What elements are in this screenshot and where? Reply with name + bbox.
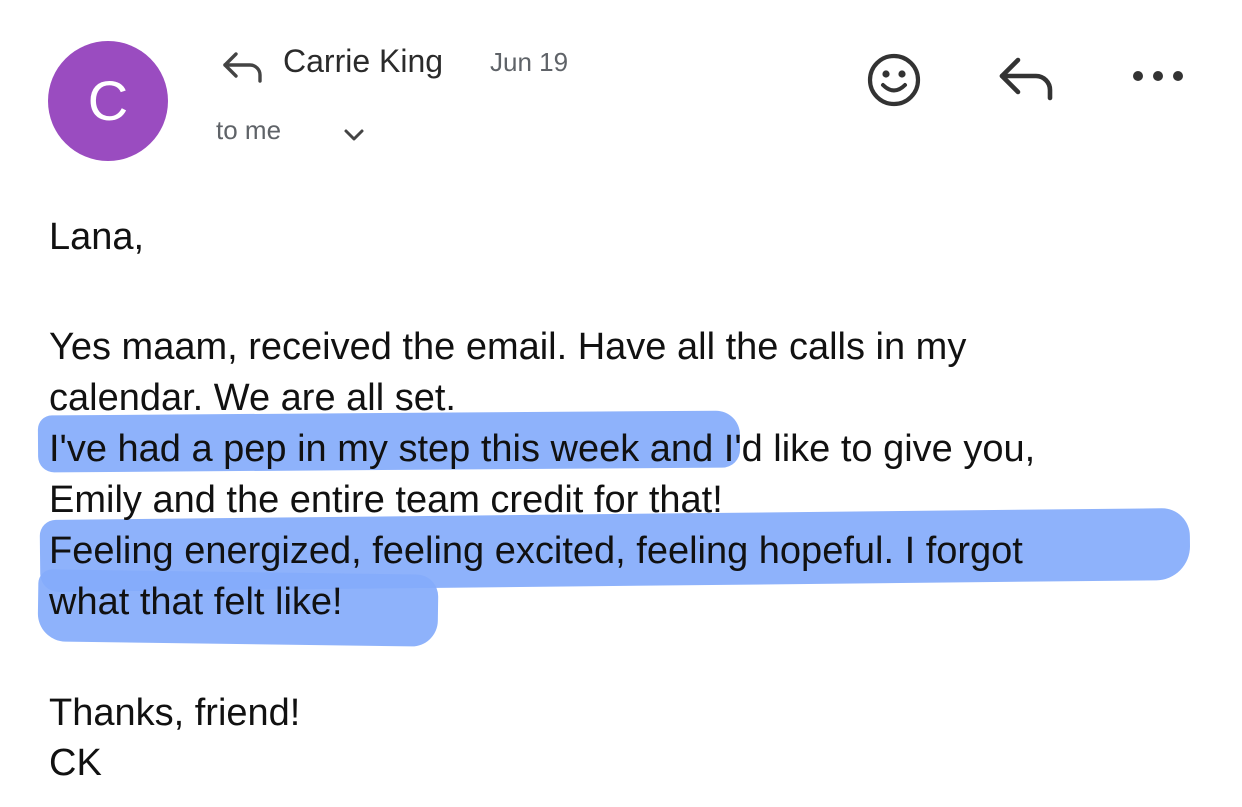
message-line: Yes maam, received the email. Have all t…	[49, 326, 967, 368]
avatar[interactable]: C	[48, 41, 168, 161]
sender-name[interactable]: Carrie King	[283, 42, 443, 80]
reply-button[interactable]	[996, 54, 1058, 102]
recipient-label[interactable]: to me	[216, 114, 281, 146]
message-line: calendar. We are all set.	[49, 377, 456, 419]
message-line: I've had a pep in my step this week and …	[49, 428, 1036, 470]
chevron-down-icon[interactable]	[340, 124, 368, 146]
message-line: Feeling energized, feeling excited, feel…	[49, 530, 1023, 572]
message-signature: CK	[49, 742, 102, 784]
more-dots-icon[interactable]	[1128, 62, 1188, 90]
sent-date: Jun 19	[490, 47, 569, 77]
message-closing: Thanks, friend!	[49, 692, 301, 734]
reply-arrow-icon	[223, 52, 262, 83]
message-line: what that felt like!	[49, 581, 343, 623]
message-greeting: Lana,	[49, 216, 145, 258]
smiley-face-icon[interactable]	[864, 50, 924, 110]
message-line: Emily and the entire team credit for tha…	[49, 479, 723, 521]
